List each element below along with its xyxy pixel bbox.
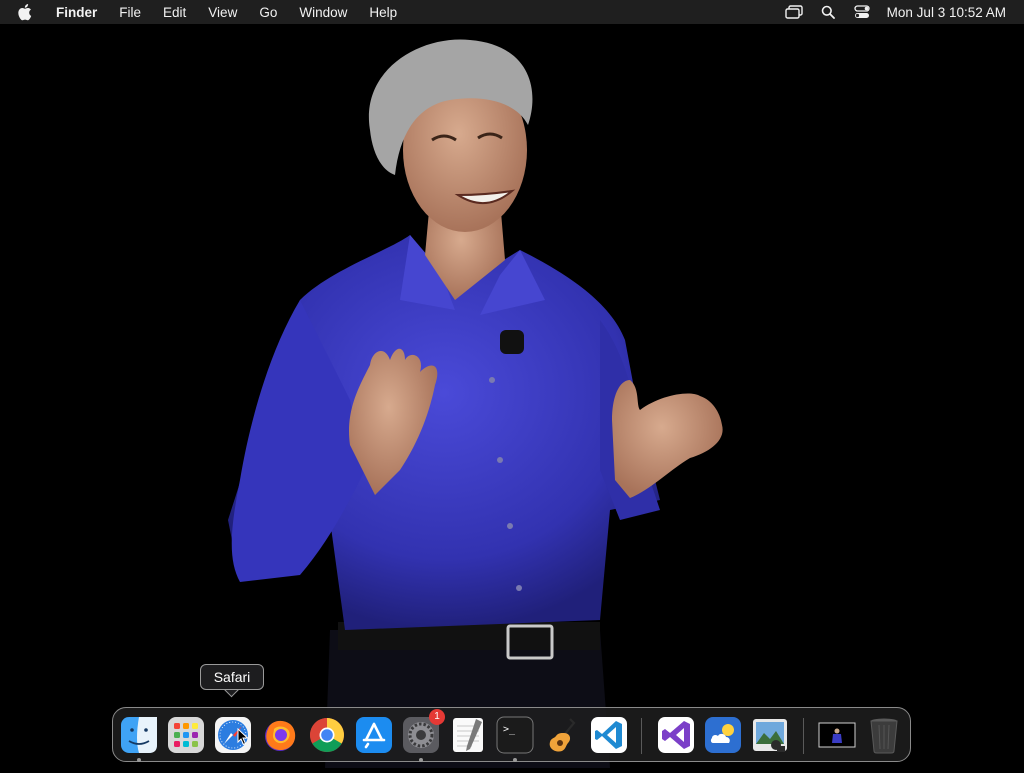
control-center-icon[interactable]	[853, 3, 871, 21]
firefox-icon	[265, 720, 296, 751]
visual-studio-icon	[658, 717, 694, 753]
menu-file[interactable]: File	[119, 5, 141, 20]
dock-item-textedit[interactable]	[448, 715, 488, 755]
dock-tooltip: Safari	[200, 664, 264, 690]
dock-item-minimized-window[interactable]	[817, 715, 857, 755]
preview-icon	[753, 719, 787, 752]
screen-mirroring-icon[interactable]	[784, 3, 803, 21]
vscode-icon	[591, 717, 627, 753]
menu-bar: Finder File Edit View Go Window Help Mon…	[0, 0, 1024, 24]
menu-help[interactable]: Help	[369, 5, 397, 20]
menu-app-name[interactable]: Finder	[56, 5, 97, 20]
textedit-icon	[453, 718, 483, 752]
terminal-prompt-glyph: >_	[503, 724, 516, 735]
running-indicator	[513, 758, 517, 762]
apple-icon[interactable]	[18, 3, 34, 21]
menu-bar-status-area: Mon Jul 3 10:52 AM	[769, 0, 1006, 24]
dock-item-vscode[interactable]	[589, 715, 629, 755]
mouse-pointer-icon	[237, 728, 249, 746]
dock-item-preview[interactable]	[750, 715, 790, 755]
desktop-wallpaper	[0, 24, 1024, 768]
running-indicator	[137, 758, 141, 762]
launchpad-icon	[168, 717, 204, 753]
menu-edit[interactable]: Edit	[163, 5, 186, 20]
minimized-window-icon	[818, 722, 856, 748]
menu-go[interactable]: Go	[259, 5, 277, 20]
spotlight-search-icon[interactable]	[819, 3, 837, 21]
dock-separator	[803, 718, 804, 754]
dock-item-app-store[interactable]	[354, 715, 394, 755]
notification-badge: 1	[429, 709, 445, 725]
dock-item-visual-studio[interactable]	[656, 715, 696, 755]
dock-item-system-settings[interactable]: 1	[401, 709, 445, 755]
dock: 1 >_	[112, 707, 911, 762]
chrome-icon	[310, 718, 344, 752]
dock-item-finder[interactable]	[119, 715, 159, 755]
weather-icon	[705, 717, 741, 753]
terminal-icon: >_	[496, 716, 534, 754]
app-store-icon	[356, 717, 392, 753]
wallpaper-person-figure	[228, 39, 723, 768]
dock-item-terminal[interactable]: >_	[495, 715, 535, 755]
trash-icon	[870, 718, 898, 754]
dock-separator	[641, 718, 642, 754]
menu-view[interactable]: View	[208, 5, 237, 20]
garageband-icon	[549, 718, 576, 752]
menu-bar-clock[interactable]: Mon Jul 3 10:52 AM	[887, 5, 1006, 20]
finder-icon	[121, 717, 157, 753]
dock-item-garageband[interactable]	[542, 715, 582, 755]
running-indicator	[419, 758, 423, 762]
dock-item-trash[interactable]	[864, 715, 904, 755]
dock-item-firefox[interactable]	[260, 715, 300, 755]
dock-item-launchpad[interactable]	[166, 715, 206, 755]
dock-item-weather[interactable]	[703, 715, 743, 755]
dock-item-chrome[interactable]	[307, 715, 347, 755]
menu-window[interactable]: Window	[299, 5, 347, 20]
